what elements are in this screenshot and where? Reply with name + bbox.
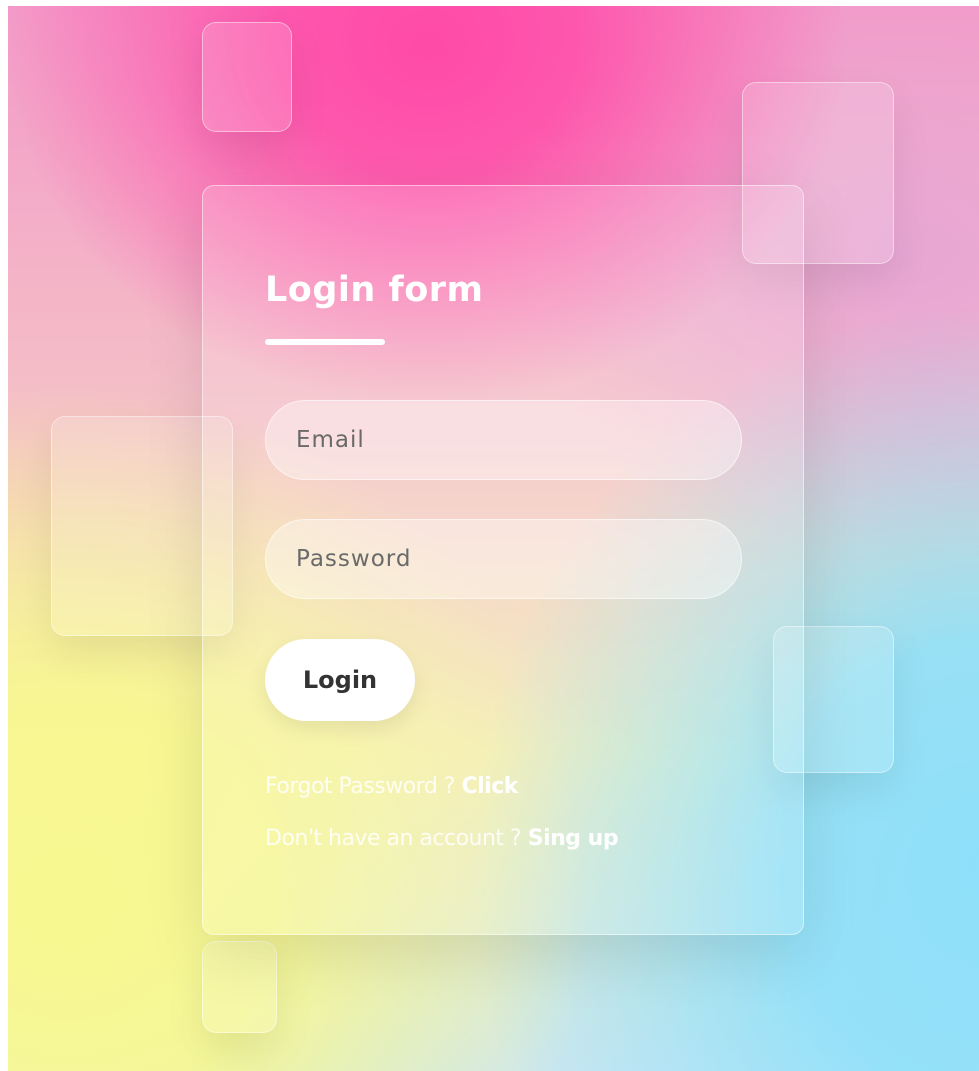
forgot-password-text: Forgot Password ? (265, 774, 462, 799)
title-underline (265, 339, 385, 345)
signup-text: Don't have an account ? (265, 826, 528, 851)
password-input[interactable] (265, 519, 742, 599)
decorative-square (202, 22, 292, 132)
form-title: Login form (265, 270, 484, 310)
decorative-square (202, 941, 277, 1033)
gradient-background: Login form Login Forgot Password ? Click… (8, 6, 979, 1071)
signup-line: Don't have an account ? Sing up (265, 826, 619, 851)
email-input[interactable] (265, 400, 742, 480)
login-button[interactable]: Login (265, 639, 415, 721)
signup-link[interactable]: Sing up (528, 826, 619, 851)
login-card: Login form Login Forgot Password ? Click… (202, 185, 804, 935)
forgot-password-link[interactable]: Click (461, 774, 518, 799)
forgot-password-line: Forgot Password ? Click (265, 774, 518, 799)
